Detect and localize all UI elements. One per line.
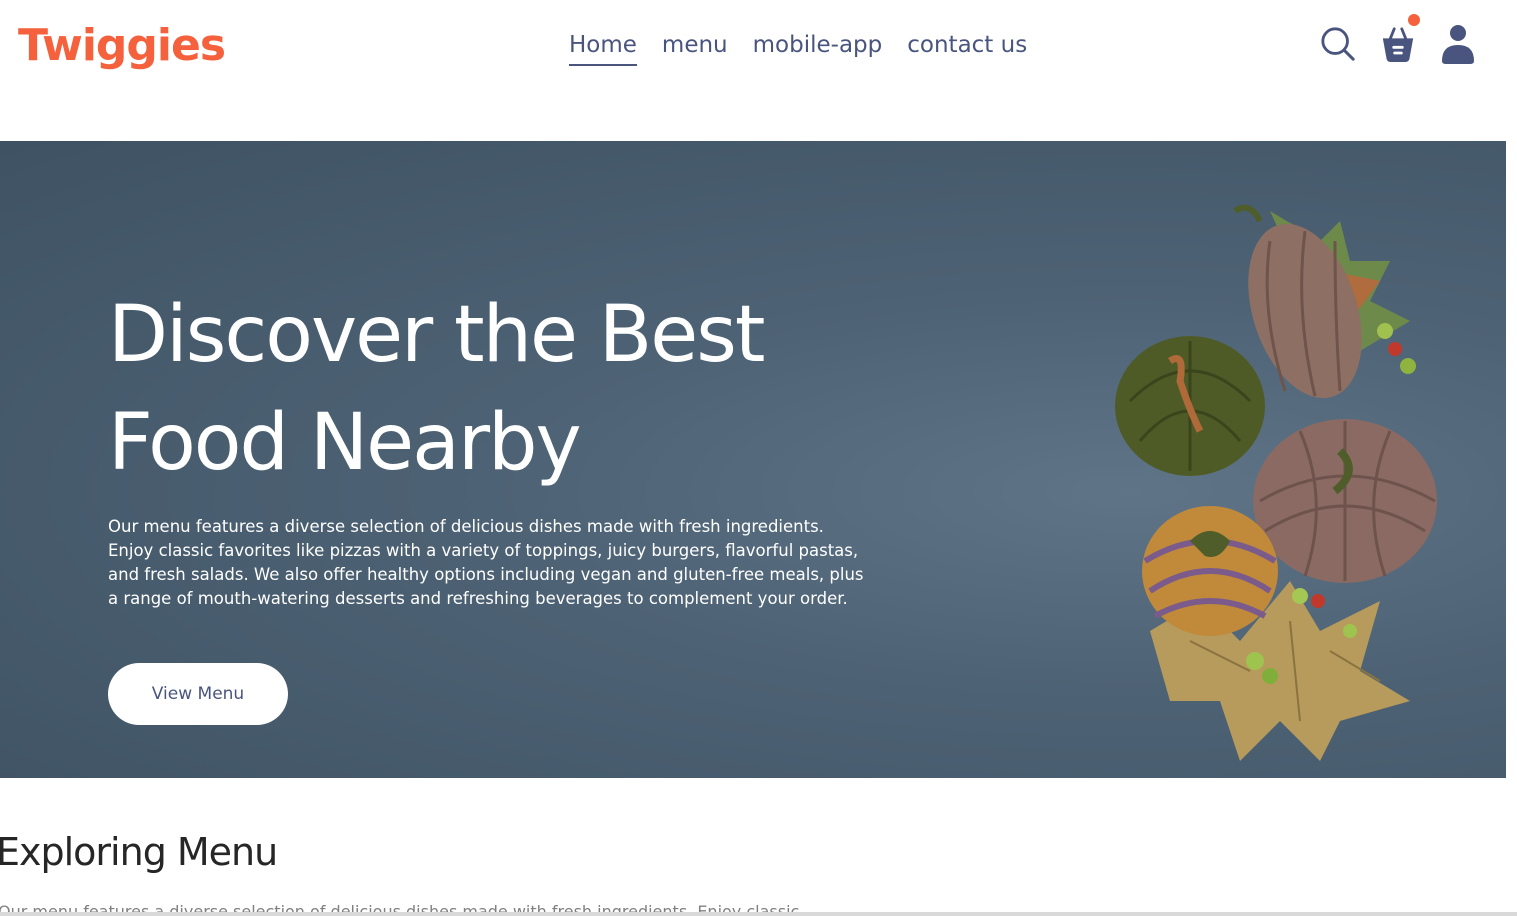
hero-title-line2: Food Nearby: [108, 398, 582, 488]
user-icon[interactable]: [1440, 22, 1476, 66]
cart-indicator-dot: [1408, 14, 1420, 26]
hero-banner: Discover the Best Food Nearby Our menu f…: [0, 141, 1506, 778]
search-icon[interactable]: [1320, 22, 1356, 66]
nav-link-home[interactable]: Home: [569, 30, 637, 66]
horizontal-scrollbar[interactable]: [0, 912, 1517, 916]
nav-links: Home menu mobile-app contact us: [569, 30, 1027, 66]
nav-link-mobile-app[interactable]: mobile-app: [753, 30, 883, 66]
hero-description: Our menu features a diverse selection of…: [108, 517, 864, 608]
hero-title-line1: Discover the Best: [108, 290, 766, 380]
knitted-pumpkins-image: [1115, 204, 1437, 761]
explore-menu-title: Exploring Menu: [0, 830, 278, 874]
view-menu-button[interactable]: View Menu: [108, 663, 288, 725]
nav-link-contact-us[interactable]: contact us: [907, 30, 1027, 66]
page: Twiggies Home menu mobile-app contact us: [0, 0, 1517, 916]
nav-link-menu[interactable]: menu: [662, 30, 728, 66]
hero-title: Discover the Best Food Nearby: [108, 281, 868, 497]
navbar: Twiggies Home menu mobile-app contact us: [0, 0, 1517, 100]
basket-icon[interactable]: [1380, 14, 1420, 66]
nav-icons: [1320, 14, 1476, 66]
logo[interactable]: Twiggies: [18, 20, 226, 71]
